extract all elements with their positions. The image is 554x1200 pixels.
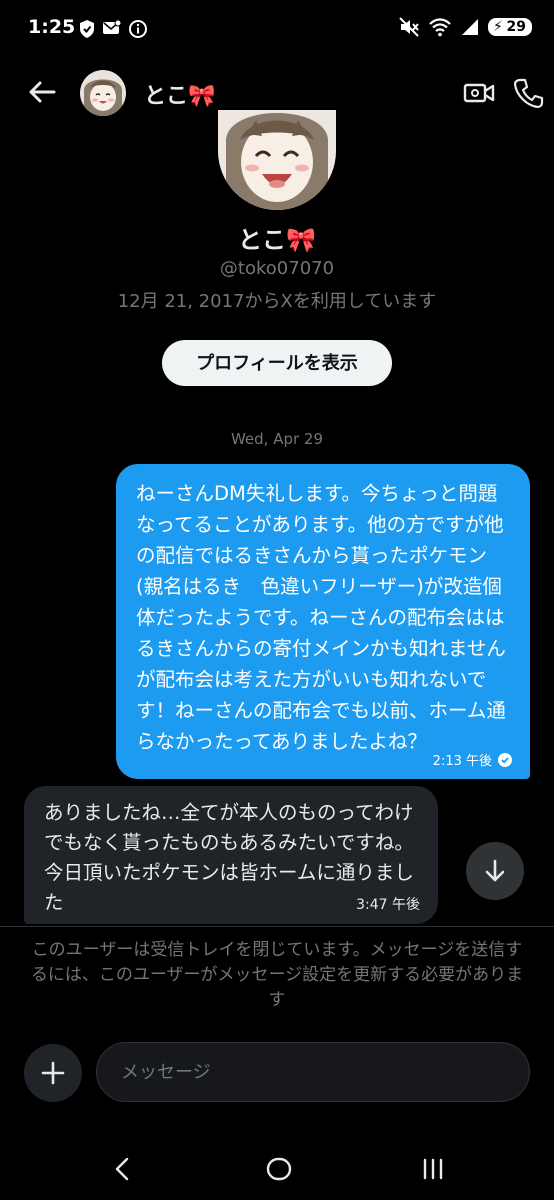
header-name[interactable]: とこ🎀: [144, 78, 215, 110]
profile-joined-date: 12月 21, 2017からXを利用しています: [117, 291, 437, 312]
status-right-icons: ⚡ 29: [398, 16, 532, 38]
profile-name: とこ🎀: [238, 226, 316, 254]
wifi-icon: [429, 18, 451, 37]
date-separator: Wed, Apr 29: [230, 430, 324, 448]
status-left-icons: [78, 19, 148, 39]
profile-avatar[interactable]: [218, 110, 336, 210]
status-time: 1:25: [28, 16, 76, 38]
nav-back-icon[interactable]: [108, 1154, 138, 1184]
nav-recents-icon[interactable]: [418, 1154, 448, 1184]
message-meta: 2:13 午後: [433, 750, 512, 769]
phone-icon[interactable]: [512, 76, 546, 110]
message-bubble-incoming[interactable]: ありましたね…全てが本人のものってわけでもなく貰ったものもあるみたいですね。今日…: [24, 786, 438, 924]
profile-handle: @toko07070: [219, 258, 335, 279]
system-nav-bar: [0, 1136, 554, 1200]
avatar[interactable]: [80, 70, 126, 116]
add-media-button[interactable]: [24, 1044, 82, 1102]
view-profile-button[interactable]: プロフィールを表示: [162, 340, 392, 386]
video-call-icon[interactable]: [462, 76, 496, 110]
shield-icon: [80, 20, 94, 38]
arrow-down-icon: [485, 859, 505, 882]
dm-screen: 1:25 ⚡ 29 とこ🎀 とこ🎀 @toko07070 12月 21, 201…: [0, 0, 554, 1200]
battery-charging-icon: ⚡ 29: [488, 18, 532, 36]
mute-icon: [399, 17, 419, 37]
scroll-to-bottom-button[interactable]: [466, 842, 524, 900]
message-text: ねーさんDM失礼します。今ちょっと問題なってることがあります。他の方ですが他の配…: [136, 482, 506, 753]
inbox-closed-notice: このユーザーは受信トレイを閉じています。メッセージを送信するには、このユーザーが…: [30, 940, 524, 1010]
message-bubble-outgoing[interactable]: ねーさんDM失礼します。今ちょっと問題なってることがあります。他の方ですが他の配…: [116, 464, 530, 779]
back-arrow-icon[interactable]: [24, 74, 60, 110]
divider: [0, 926, 554, 927]
mail-notification-icon: [103, 19, 122, 34]
read-check-icon: [498, 752, 512, 767]
message-time: 2:13 午後: [432, 754, 492, 769]
message-input[interactable]: [96, 1042, 530, 1102]
status-bar: 1:25 ⚡ 29: [0, 0, 554, 58]
nav-home-icon[interactable]: [264, 1154, 294, 1184]
signal-icon: [462, 19, 478, 35]
battery-level: 29: [506, 19, 526, 35]
plus-icon: [41, 1061, 65, 1085]
message-time: 3:47 午後: [356, 897, 420, 913]
info-icon: [129, 20, 147, 38]
